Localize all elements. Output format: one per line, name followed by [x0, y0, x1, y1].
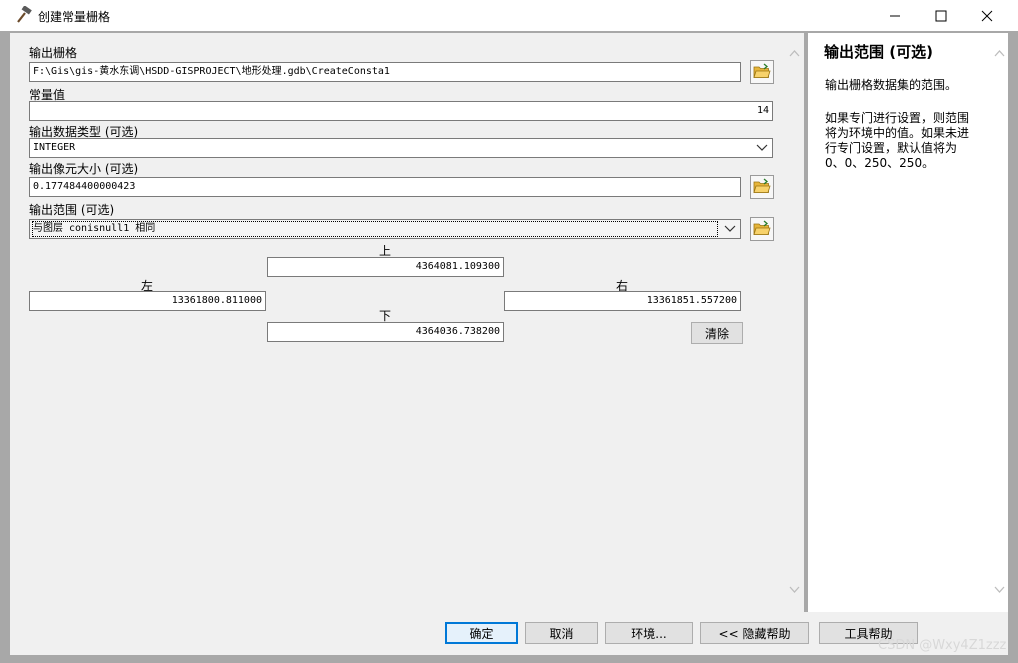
- extent-select[interactable]: 与图层 conisnull1 相同: [29, 219, 741, 239]
- help-line: 0、0、250、250。: [825, 156, 935, 170]
- data-type-select[interactable]: INTEGER: [29, 138, 773, 158]
- cell-size-input[interactable]: 0.177484400000423: [29, 177, 741, 197]
- cell-size-label: 输出像元大小 (可选): [29, 162, 139, 176]
- extent-label: 输出范围 (可选): [29, 203, 115, 217]
- chevron-down-icon: [756, 144, 768, 151]
- hide-help-button[interactable]: << 隐藏帮助: [700, 622, 809, 644]
- cancel-button[interactable]: 取消: [525, 622, 598, 644]
- data-type-value: INTEGER: [33, 142, 76, 153]
- help-line: 行专门设置，默认值将为: [825, 141, 958, 155]
- minimize-icon: [889, 10, 901, 22]
- cell-size-browse-button[interactable]: [750, 175, 774, 199]
- extent-left-input[interactable]: 13361800.811000: [29, 291, 266, 311]
- help-scroll-up-icon[interactable]: [994, 49, 1005, 57]
- open-folder-icon: [753, 220, 771, 239]
- maximize-button[interactable]: [918, 0, 964, 31]
- ok-button[interactable]: 确定: [445, 622, 518, 644]
- environments-button[interactable]: 环境...: [605, 622, 693, 644]
- help-paragraph-1: 输出栅格数据集的范围。: [825, 78, 958, 92]
- close-button[interactable]: [964, 0, 1010, 31]
- help-line: 如果专门进行设置，则范围: [825, 111, 970, 125]
- extent-browse-button[interactable]: [750, 217, 774, 241]
- scroll-up-icon[interactable]: [789, 49, 800, 57]
- output-raster-label: 输出栅格: [29, 46, 78, 60]
- chevron-down-icon: [724, 225, 736, 232]
- extent-value: 与图层 conisnull1 相同: [32, 221, 718, 237]
- open-folder-icon: [753, 178, 771, 197]
- hammer-icon: [14, 5, 32, 24]
- help-line: 将为环境中的值。如果未进: [825, 126, 970, 140]
- help-title: 输出范围 (可选): [824, 43, 933, 61]
- window-title: 创建常量栅格: [38, 10, 111, 24]
- help-paragraph-2: 如果专门进行设置，则范围 将为环境中的值。如果未进 行专门设置，默认值将为 0、…: [825, 111, 985, 171]
- close-icon: [981, 10, 993, 22]
- output-raster-browse-button[interactable]: [750, 60, 774, 84]
- help-scroll-down-icon[interactable]: [994, 586, 1005, 594]
- clear-extent-button[interactable]: 清除: [691, 322, 743, 344]
- constant-value-input[interactable]: 14: [29, 101, 773, 121]
- output-raster-input[interactable]: F:\Gis\gis-黄水东调\HSDD-GISPROJECT\地形处理.gdb…: [29, 62, 741, 82]
- parameters-scrollbar[interactable]: [785, 33, 804, 612]
- watermark: CSDN @Wxy4Z1zzz: [878, 638, 1007, 653]
- scroll-down-icon[interactable]: [789, 586, 800, 594]
- extent-top-input[interactable]: 4364081.109300: [267, 257, 504, 277]
- title-bar: [0, 0, 1018, 31]
- help-scrollbar[interactable]: [990, 33, 1008, 612]
- extent-right-input[interactable]: 13361851.557200: [504, 291, 741, 311]
- minimize-button[interactable]: [872, 0, 918, 31]
- maximize-icon: [935, 10, 947, 22]
- extent-bottom-input[interactable]: 4364036.738200: [267, 322, 504, 342]
- open-folder-icon: [753, 63, 771, 82]
